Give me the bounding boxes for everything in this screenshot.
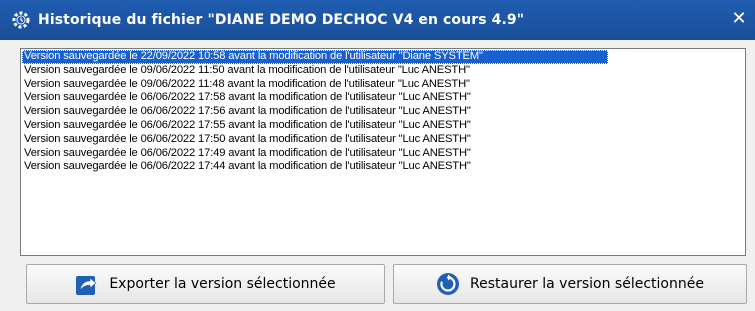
history-list-item[interactable]: Version sauvegardée le 06/06/2022 17:49 … bbox=[22, 147, 745, 161]
history-list-item[interactable]: Version sauvegardée le 09/06/2022 11:48 … bbox=[22, 78, 745, 92]
version-history-list[interactable]: Version sauvegardée le 22/09/2022 10:58 … bbox=[20, 48, 746, 256]
history-list-item[interactable]: Version sauvegardée le 22/09/2022 10:58 … bbox=[22, 50, 608, 64]
export-button-label: Exporter la version sélectionnée bbox=[109, 276, 336, 292]
close-icon[interactable]: ✕ bbox=[729, 9, 749, 29]
history-list-item[interactable]: Version sauvegardée le 06/06/2022 17:55 … bbox=[22, 119, 745, 133]
restore-icon bbox=[436, 272, 460, 296]
gear-history-icon bbox=[11, 10, 31, 30]
history-list-item[interactable]: Version sauvegardée le 06/06/2022 17:58 … bbox=[22, 91, 745, 105]
history-dialog: Historique du fichier "DIANE DEMO DECHOC… bbox=[0, 0, 755, 311]
history-list-item[interactable]: Version sauvegardée le 06/06/2022 17:50 … bbox=[22, 133, 745, 147]
restore-button-label: Restaurer la version sélectionnée bbox=[470, 276, 704, 292]
restore-version-button[interactable]: Restaurer la version sélectionnée bbox=[393, 264, 747, 304]
export-version-button[interactable]: Exporter la version sélectionnée bbox=[26, 264, 385, 304]
history-list-item[interactable]: Version sauvegardée le 06/06/2022 17:44 … bbox=[22, 160, 745, 174]
history-list-item[interactable]: Version sauvegardée le 06/06/2022 17:56 … bbox=[22, 105, 745, 119]
history-list-item[interactable]: Version sauvegardée le 09/06/2022 11:50 … bbox=[22, 64, 745, 78]
window-title: Historique du fichier "DIANE DEMO DECHOC… bbox=[38, 12, 525, 28]
export-icon bbox=[75, 272, 99, 296]
title-bar[interactable]: Historique du fichier "DIANE DEMO DECHOC… bbox=[0, 0, 755, 40]
